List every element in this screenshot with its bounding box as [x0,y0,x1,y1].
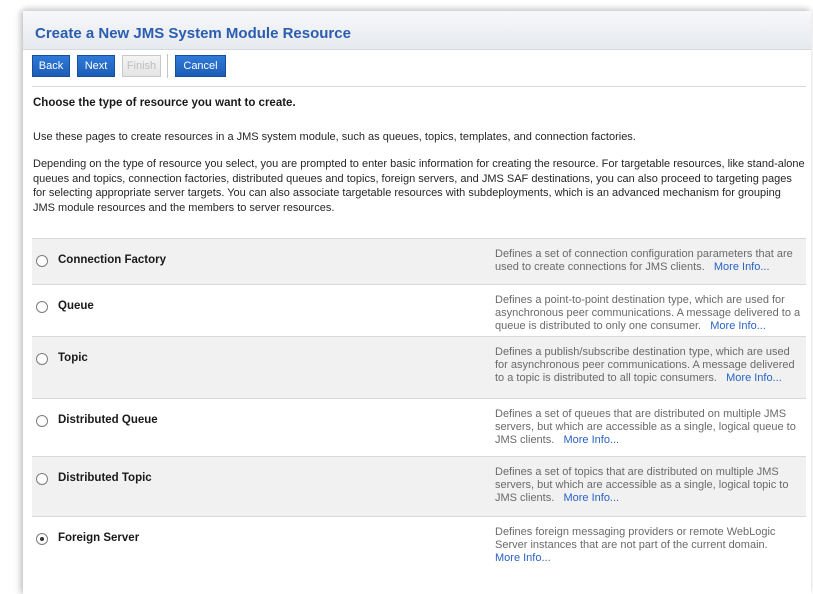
toolbar-separator [167,54,168,78]
more-info-link[interactable]: More Info... [495,552,551,564]
option-label[interactable]: Distributed Topic [58,472,152,484]
more-info-link[interactable]: More Info... [710,320,766,332]
option-description: Defines a publish/subscribe destination … [495,346,801,385]
option-description: Defines a point-to-point destination typ… [495,294,801,333]
resource-option-topic[interactable]: Topic Defines a publish/subscribe destina… [32,336,806,398]
radio-button[interactable] [36,415,48,427]
back-button[interactable]: Back [32,55,70,77]
resource-type-list: Connection Factory Defines a set of conne… [32,238,806,576]
option-description: Defines foreign messaging providers or r… [495,526,801,565]
resource-option-distributed-topic[interactable]: Distributed Topic Defines a set of topics… [32,456,806,516]
more-info-link[interactable]: More Info... [563,434,619,446]
option-label[interactable]: Foreign Server [58,532,139,544]
option-description: Defines a set of queues that are distrib… [495,408,801,447]
description-text: Defines a set of queues that are distrib… [495,408,796,446]
wizard-panel: Create a New JMS System Module Resource … [23,11,811,594]
description-text: Defines foreign messaging providers or r… [495,526,776,551]
option-label[interactable]: Queue [58,300,94,312]
more-info-link[interactable]: More Info... [563,492,619,504]
cancel-button[interactable]: Cancel [175,55,226,77]
description-text: Defines a set of topics that are distrib… [495,466,789,504]
resource-option-foreign-server[interactable]: Foreign Server Defines foreign messaging … [32,516,806,576]
divider [32,86,806,87]
radio-button[interactable] [36,255,48,267]
resource-option-connection-factory[interactable]: Connection Factory Defines a set of conne… [32,238,806,284]
section-heading: Choose the type of resource you want to … [33,97,296,109]
radio-button[interactable] [36,353,48,365]
resource-option-queue[interactable]: Queue Defines a point-to-point destinatio… [32,284,806,336]
finish-button: Finish [122,55,161,77]
option-label[interactable]: Topic [58,352,88,364]
radio-button[interactable] [36,301,48,313]
option-description: Defines a set of connection configuratio… [495,248,801,274]
more-info-link[interactable]: More Info... [714,261,770,273]
option-label[interactable]: Connection Factory [58,254,166,266]
option-label[interactable]: Distributed Queue [58,414,158,426]
option-description: Defines a set of topics that are distrib… [495,466,801,505]
radio-button[interactable] [36,533,48,545]
radio-button[interactable] [36,473,48,485]
details-text: Depending on the type of resource you se… [33,158,805,214]
page-title: Create a New JMS System Module Resource [35,25,351,42]
resource-option-distributed-queue[interactable]: Distributed Queue Defines a set of queues… [32,398,806,456]
next-button[interactable]: Next [77,55,115,77]
more-info-link[interactable]: More Info... [726,372,782,384]
panel-header: Create a New JMS System Module Resource [23,11,811,50]
intro-text: Use these pages to create resources in a… [33,131,636,143]
